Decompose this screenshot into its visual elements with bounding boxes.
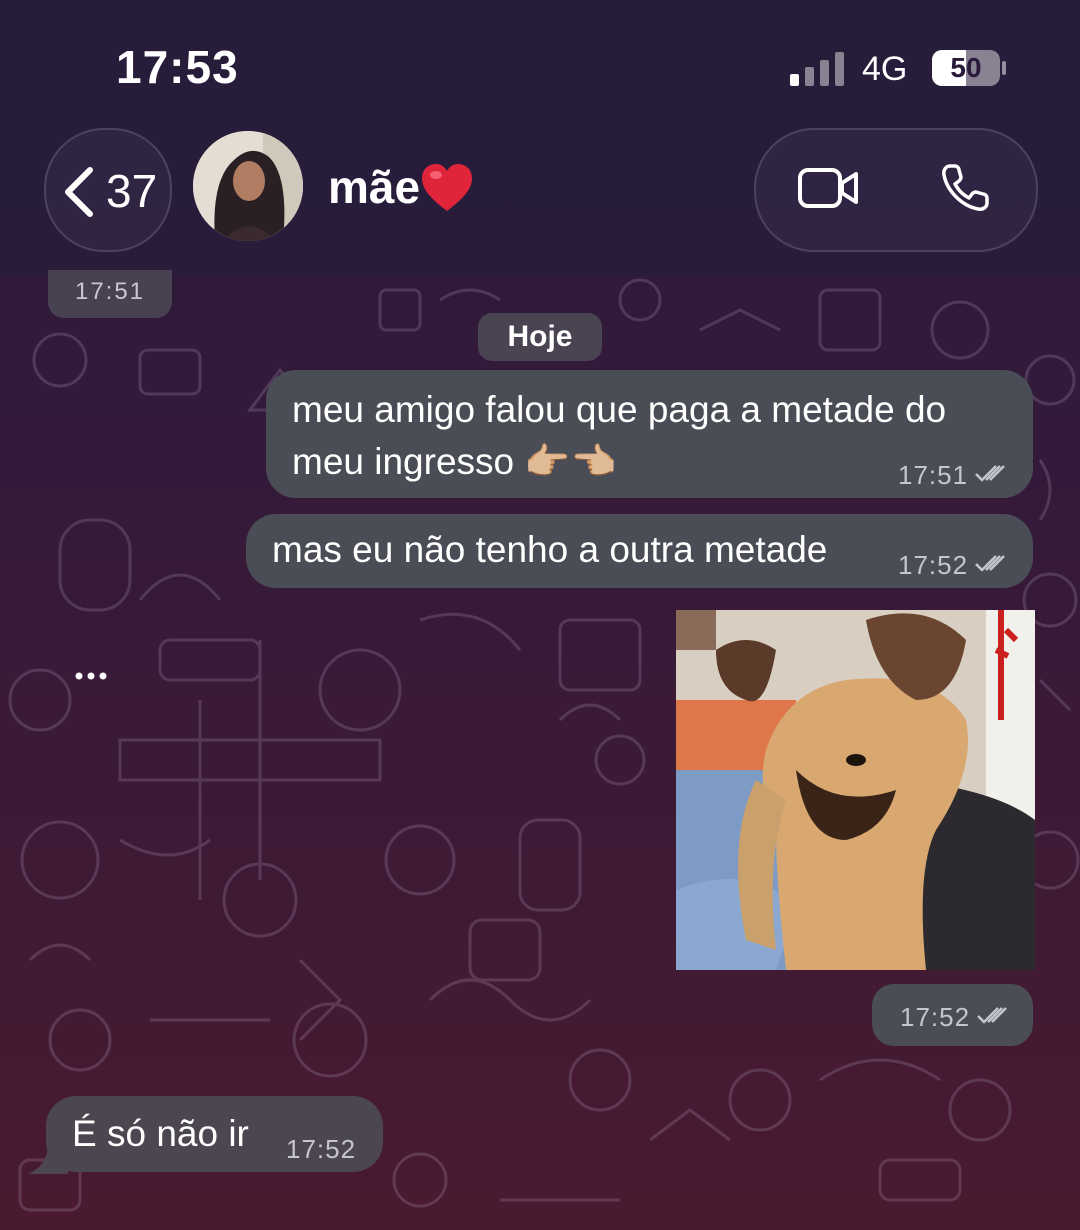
- network-type: 4G: [862, 50, 908, 88]
- message-time: 17:52: [900, 1002, 971, 1032]
- call-actions: [754, 128, 1038, 252]
- message-text: mas eu não tenho a outra metade: [272, 529, 828, 570]
- message-text-line: meu ingresso 👉🏼👈🏼: [292, 441, 617, 482]
- contact-avatar[interactable]: [193, 131, 303, 241]
- red-heart-icon: [422, 164, 472, 211]
- more-options-icon[interactable]: [74, 668, 108, 684]
- previous-message-time: 17:51: [48, 270, 172, 318]
- voice-call-icon: [942, 164, 989, 211]
- chat-header: 17:53 4G 50 37 mãe: [0, 0, 1080, 276]
- message-text: É só não ir: [72, 1113, 249, 1154]
- chat-screen: 17:53 4G 50 37 mãe 17:51 Hoje meu amigo …: [0, 0, 1080, 1230]
- battery-nub: [1002, 61, 1006, 75]
- battery-percent: 50: [950, 52, 982, 83]
- status-time: 17:53: [116, 41, 239, 93]
- cell-signal-icon: [790, 52, 844, 86]
- video-call-icon: [798, 168, 858, 208]
- message-time: 17:52: [898, 550, 969, 580]
- incoming-message[interactable]: É só não ir 17:52: [46, 1096, 383, 1172]
- puppy-photo: [676, 610, 1035, 970]
- message-time: 17:51: [898, 460, 969, 490]
- read-receipt-icon: [975, 465, 1005, 482]
- avatar-photo: [193, 131, 303, 241]
- outgoing-message[interactable]: meu amigo falou que paga a metade do meu…: [266, 370, 1033, 498]
- read-receipt-icon: [975, 555, 1005, 572]
- media-message-photo[interactable]: [676, 610, 1035, 970]
- unread-count: 37: [106, 165, 158, 217]
- read-receipt-icon: [977, 1007, 1007, 1024]
- chevron-left-icon: [65, 167, 93, 217]
- message-text-line: meu amigo falou que paga a metade do: [292, 389, 947, 430]
- video-call-button[interactable]: [774, 130, 884, 246]
- contact-name[interactable]: mãe: [328, 160, 420, 214]
- back-button[interactable]: 37: [44, 128, 172, 252]
- message-time: 17:52: [286, 1134, 357, 1164]
- voice-call-button[interactable]: [910, 130, 1020, 246]
- media-message-footer: 17:52: [872, 984, 1033, 1046]
- outgoing-message[interactable]: mas eu não tenho a outra metade 17:52: [246, 514, 1033, 588]
- day-divider: Hoje: [478, 313, 602, 361]
- battery-icon: 50: [932, 50, 1000, 86]
